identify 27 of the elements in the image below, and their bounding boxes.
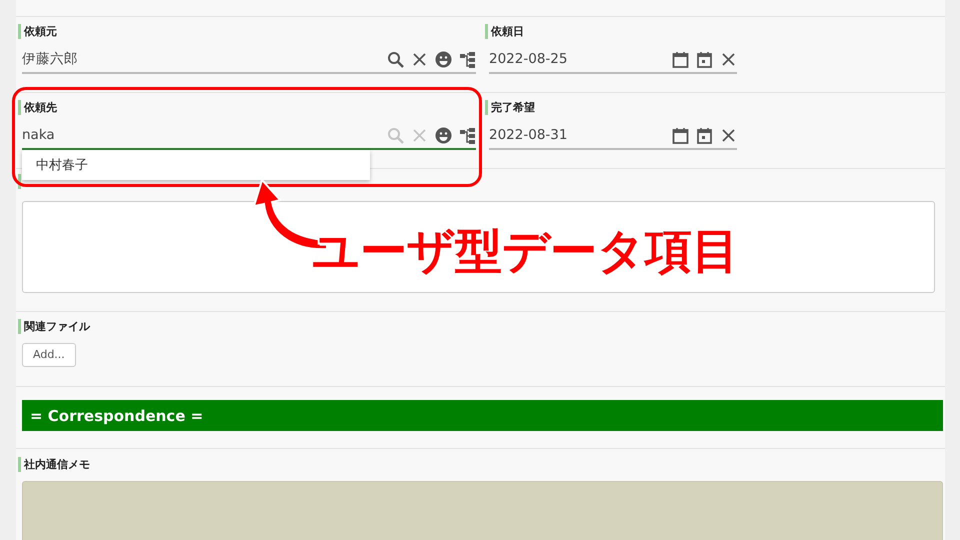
field-label: 依頼元 (18, 24, 57, 39)
field-label: 依頼日 (485, 24, 524, 39)
section-heading: = Correspondence = (22, 400, 943, 431)
annotation-text: ユーザ型データ項目 (312, 223, 739, 281)
calendar-icon[interactable] (672, 51, 689, 68)
date-field[interactable]: 2022-08-25 (489, 48, 737, 74)
smiley-icon[interactable] (435, 51, 452, 68)
date-field[interactable]: 2022-08-31 (489, 124, 737, 150)
text-area[interactable] (22, 200, 935, 292)
close-icon[interactable] (411, 51, 428, 68)
search-icon[interactable] (387, 51, 404, 68)
org-chart-icon[interactable] (459, 51, 476, 68)
label-marker (18, 174, 24, 189)
smiley-icon[interactable] (435, 127, 452, 144)
add-button[interactable]: Add... (22, 342, 76, 367)
field-label: 完了希望 (485, 100, 535, 115)
user-field[interactable]: 伊藤六郎 (22, 48, 476, 74)
field-label: 関連ファイル (18, 319, 90, 334)
field-label: 依頼先 (18, 100, 57, 115)
close-icon[interactable] (720, 51, 737, 68)
calendar-icon[interactable] (672, 127, 689, 144)
close-icon[interactable] (720, 127, 737, 144)
calendar-day-icon[interactable] (696, 51, 713, 68)
field-label: 社内通信メモ (18, 457, 90, 472)
org-chart-icon[interactable] (459, 127, 476, 144)
calendar-day-icon[interactable] (696, 127, 713, 144)
menu-item[interactable]: 中村春子 (36, 156, 356, 176)
